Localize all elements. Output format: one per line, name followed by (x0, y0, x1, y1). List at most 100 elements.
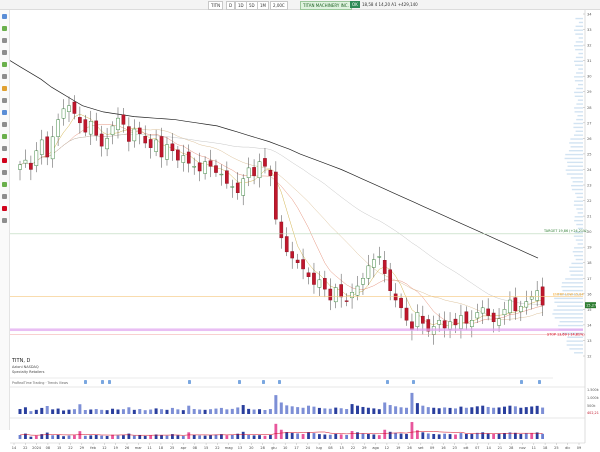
candle (459, 315, 463, 329)
candle (513, 297, 518, 312)
candle (480, 307, 485, 314)
candle (470, 320, 474, 327)
date-label: 09 (577, 446, 581, 450)
volume-profile-bar (575, 130, 583, 132)
event-marker[interactable] (262, 380, 265, 384)
indicator-bar (132, 435, 136, 439)
candle (105, 138, 109, 150)
volume-bar (181, 410, 185, 414)
volume-bar (356, 405, 360, 414)
volume-profile-bar (574, 247, 583, 249)
volume-bar (236, 407, 240, 414)
indicator-bar (301, 433, 305, 439)
date-label: set (418, 446, 424, 450)
volume-bar (421, 405, 425, 414)
price-tick-label: 27 (587, 121, 592, 125)
event-marker[interactable] (188, 380, 191, 384)
event-marker[interactable] (412, 380, 415, 384)
candle (208, 160, 213, 167)
event-marker[interactable] (238, 380, 241, 384)
indicator-bar (34, 435, 38, 439)
candle (192, 166, 197, 168)
candle (225, 170, 229, 184)
date-label: lug (316, 446, 321, 450)
indicator-bar (274, 423, 278, 439)
volume-profile-bar (574, 91, 583, 94)
candle (524, 301, 529, 308)
date-label: 11 (147, 446, 151, 450)
volume-bar (502, 406, 506, 414)
candle (279, 221, 284, 239)
event-marker[interactable] (108, 380, 111, 384)
volume-profile-bar (567, 336, 583, 338)
candle (110, 125, 115, 135)
volume-profile-bar (576, 223, 583, 226)
candle (137, 127, 142, 134)
date-label: 14 (12, 446, 17, 450)
date-label: 24 (306, 446, 311, 450)
indicator-bar (56, 434, 60, 439)
indicator-bar (29, 436, 33, 439)
volume-profile-bar (574, 134, 583, 136)
volume-profile-bar (577, 243, 583, 245)
volume-profile-bar (575, 33, 583, 35)
volume-bar (410, 392, 414, 414)
volume-bar (513, 406, 517, 414)
event-marker[interactable] (278, 380, 281, 384)
chart-canvas[interactable]: TARGET 19,86 (+24,21%) ENTRY LOW 15,84 STO… (0, 0, 600, 452)
date-label: 18 (543, 446, 547, 450)
volume-profile-bar (554, 317, 583, 319)
indicator-bar (323, 434, 327, 439)
volume-profile-bar (578, 83, 583, 86)
volume-bar (56, 408, 60, 414)
price-tick-label: 33 (587, 28, 592, 32)
event-marker[interactable] (101, 380, 104, 384)
volume-bar (524, 407, 528, 414)
volume-profile-bar (576, 118, 583, 121)
volume-profile-bar (559, 321, 583, 323)
candle (94, 120, 99, 136)
indicator-bar (410, 422, 414, 439)
candle (56, 119, 60, 137)
candle (317, 279, 322, 288)
volume-bar (334, 407, 338, 414)
volume-profile-bar (574, 219, 583, 222)
volume-bar (165, 409, 169, 414)
date-label: 13 (238, 446, 242, 450)
indicator-bar (524, 433, 528, 439)
candle (154, 139, 158, 152)
volume-profile-bar (575, 17, 583, 20)
volume-bar (481, 405, 485, 414)
volume-tick-label: 1.000k (587, 396, 599, 400)
volume-profile-bar (575, 239, 583, 241)
date-label: apr (181, 446, 187, 450)
volume-profile-bar (578, 52, 583, 55)
event-marker[interactable] (386, 380, 389, 384)
volume-profile-bar (569, 142, 583, 144)
candle (284, 236, 289, 253)
candle (421, 315, 425, 324)
date-label: 12 (385, 446, 389, 450)
indicator-bar (279, 429, 283, 439)
date-label: 10 (283, 446, 287, 450)
indicator-bar (421, 432, 425, 439)
volume-bar (285, 405, 289, 414)
date-label: 25 (554, 446, 558, 450)
volume-profile-bar (575, 64, 583, 66)
event-marker[interactable] (538, 380, 541, 384)
indicator-bar (165, 435, 169, 439)
volume-bar (486, 406, 490, 414)
indicator-bar (399, 433, 403, 439)
volume-profile-bar (575, 48, 583, 51)
event-marker[interactable] (84, 380, 87, 384)
volume-bar (426, 407, 430, 414)
indicator-bar (290, 432, 294, 439)
price-tick-label: 14 (587, 323, 592, 327)
candle (170, 143, 175, 152)
event-marker[interactable] (520, 380, 523, 384)
volume-profile-bar (570, 274, 583, 276)
date-label: 22 (68, 446, 72, 450)
date-label: 22 (215, 446, 219, 450)
volume-profile-bar (576, 87, 583, 90)
volume-profile-bar (567, 165, 583, 167)
